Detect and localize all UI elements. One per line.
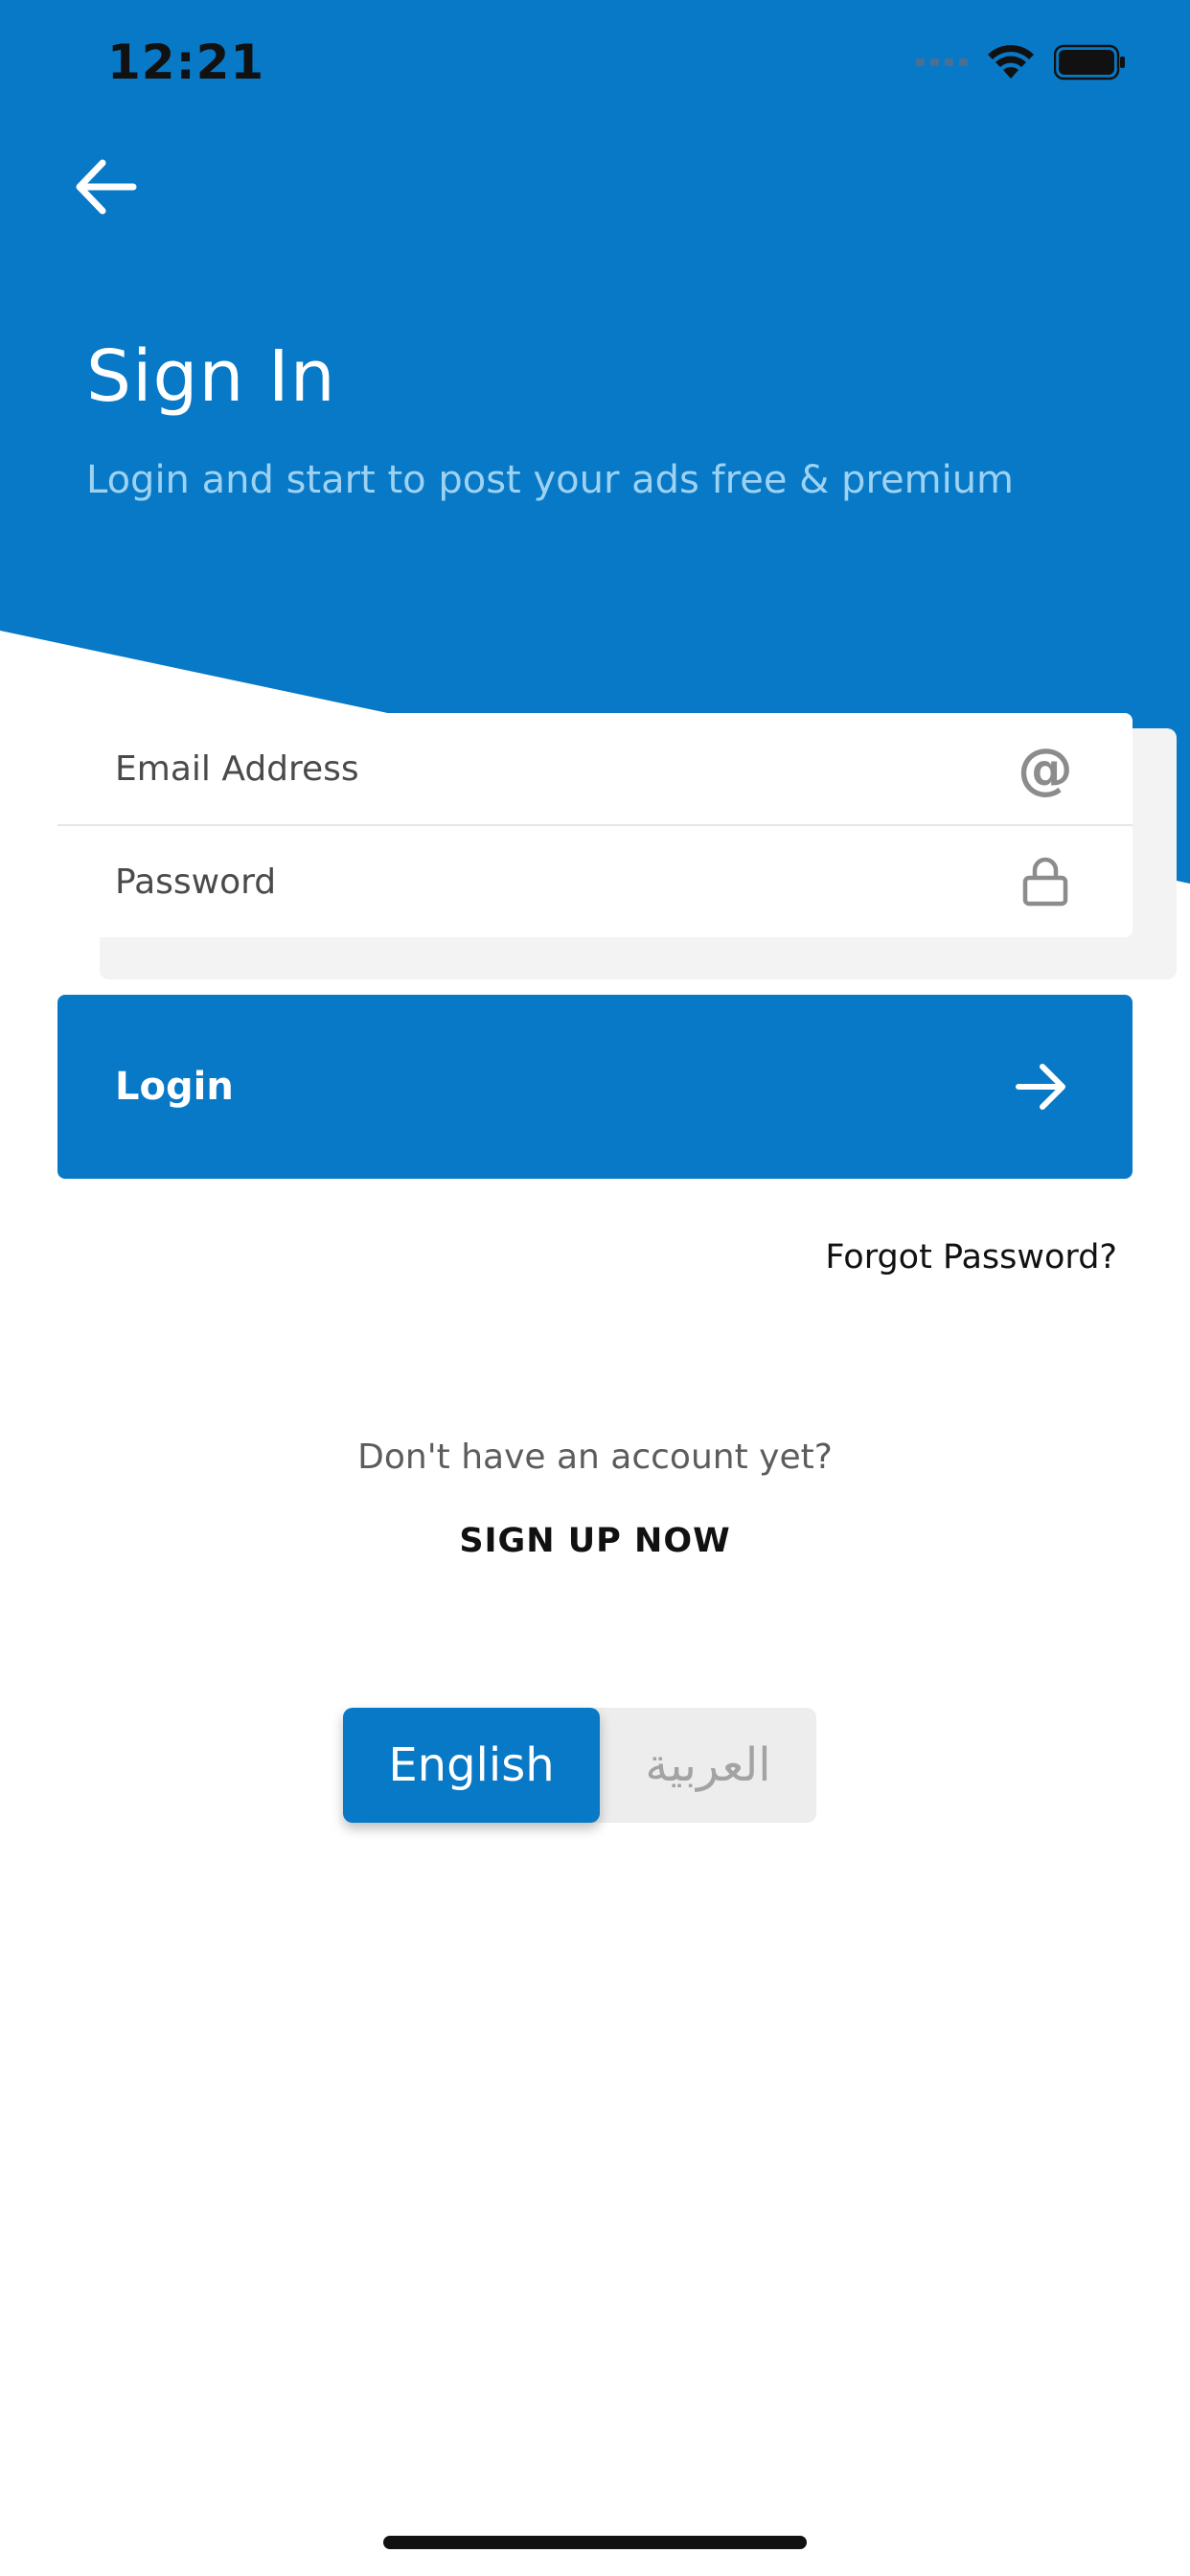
signup-prompt: Don't have an account yet? — [357, 1438, 833, 1477]
email-placeholder: Email Address — [115, 748, 359, 789]
login-button[interactable]: Login — [57, 995, 1133, 1179]
language-option-arabic[interactable]: العربية — [600, 1708, 816, 1823]
login-button-label: Login — [115, 1065, 234, 1109]
at-sign-glyph: @ — [1018, 736, 1073, 801]
signup-link[interactable]: SIGN UP NOW — [0, 1522, 1190, 1560]
page-subtitle: Login and start to post your ads free & … — [86, 458, 1015, 502]
forgot-password-link[interactable]: Forgot Password? — [825, 1238, 1117, 1276]
login-form: Email Address @ Password — [57, 713, 1133, 937]
at-sign-icon: @ — [1012, 735, 1079, 802]
arrow-right-icon — [1008, 1053, 1075, 1120]
lock-icon — [1012, 848, 1079, 915]
cellular-signal-icon — [916, 58, 968, 66]
language-option-english[interactable]: English — [343, 1708, 600, 1823]
status-bar-icons — [916, 44, 1127, 80]
email-field[interactable]: Email Address @ — [57, 713, 1133, 826]
wifi-icon — [988, 45, 1034, 79]
battery-icon — [1054, 44, 1125, 80]
arrow-left-icon — [76, 159, 137, 215]
back-button[interactable] — [57, 144, 153, 230]
language-switch: العربية English — [343, 1708, 816, 1823]
sign-in-screen: 12:21 Sign In Login and start to post yo… — [0, 0, 1190, 2576]
status-bar-time: 12:21 — [107, 34, 265, 90]
password-placeholder: Password — [115, 862, 277, 902]
home-indicator — [383, 2536, 807, 2549]
password-field[interactable]: Password — [57, 826, 1133, 937]
page-title: Sign In — [86, 335, 336, 418]
